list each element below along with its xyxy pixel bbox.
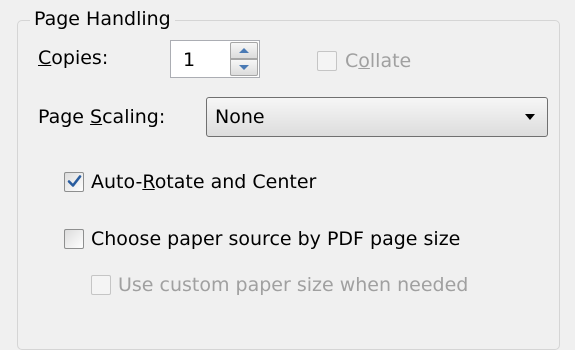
page-scaling-label-mnemonic: S xyxy=(90,106,103,128)
copies-label: Copies: xyxy=(38,46,108,70)
page-scaling-label-text: caling: xyxy=(102,106,166,128)
auto-rotate-label-pre: Auto- xyxy=(91,171,143,193)
page-scaling-value: None xyxy=(215,106,265,128)
copies-increment-button[interactable] xyxy=(230,42,258,59)
copies-decrement-button[interactable] xyxy=(230,59,258,76)
paper-source-checkbox[interactable] xyxy=(64,229,84,249)
chevron-down-icon xyxy=(525,114,535,120)
paper-source-label[interactable]: Choose paper source by PDF page size xyxy=(91,227,460,251)
collate-label-pre: C xyxy=(345,50,359,72)
copies-label-mnemonic: C xyxy=(38,47,52,69)
triangle-down-icon xyxy=(239,65,249,70)
triangle-up-icon xyxy=(239,48,249,53)
collate-label-text: llate xyxy=(369,50,412,72)
collate-checkbox[interactable] xyxy=(317,51,337,71)
custom-paper-checkbox[interactable] xyxy=(91,275,111,295)
group-title: Page Handling xyxy=(30,7,175,31)
collate-label-mnemonic: o xyxy=(358,50,370,72)
auto-rotate-label-mnemonic: R xyxy=(142,171,155,193)
page-scaling-label-pre: Page xyxy=(38,106,91,128)
copies-label-text: opies: xyxy=(51,47,109,69)
custom-paper-label: Use custom paper size when needed xyxy=(118,274,469,296)
auto-rotate-checkbox[interactable] xyxy=(64,172,84,192)
copies-spin-buttons xyxy=(230,42,258,76)
copies-value[interactable]: 1 xyxy=(183,48,195,72)
checkmark-icon xyxy=(67,175,82,187)
page-scaling-select[interactable]: None xyxy=(206,97,548,137)
copies-stepper[interactable]: 1 xyxy=(170,40,260,78)
page-scaling-label: Page Scaling: xyxy=(38,105,165,129)
collate-label: Collate xyxy=(345,49,411,73)
auto-rotate-label-text: otate and Center xyxy=(154,171,317,193)
auto-rotate-label[interactable]: Auto-Rotate and Center xyxy=(91,170,316,194)
